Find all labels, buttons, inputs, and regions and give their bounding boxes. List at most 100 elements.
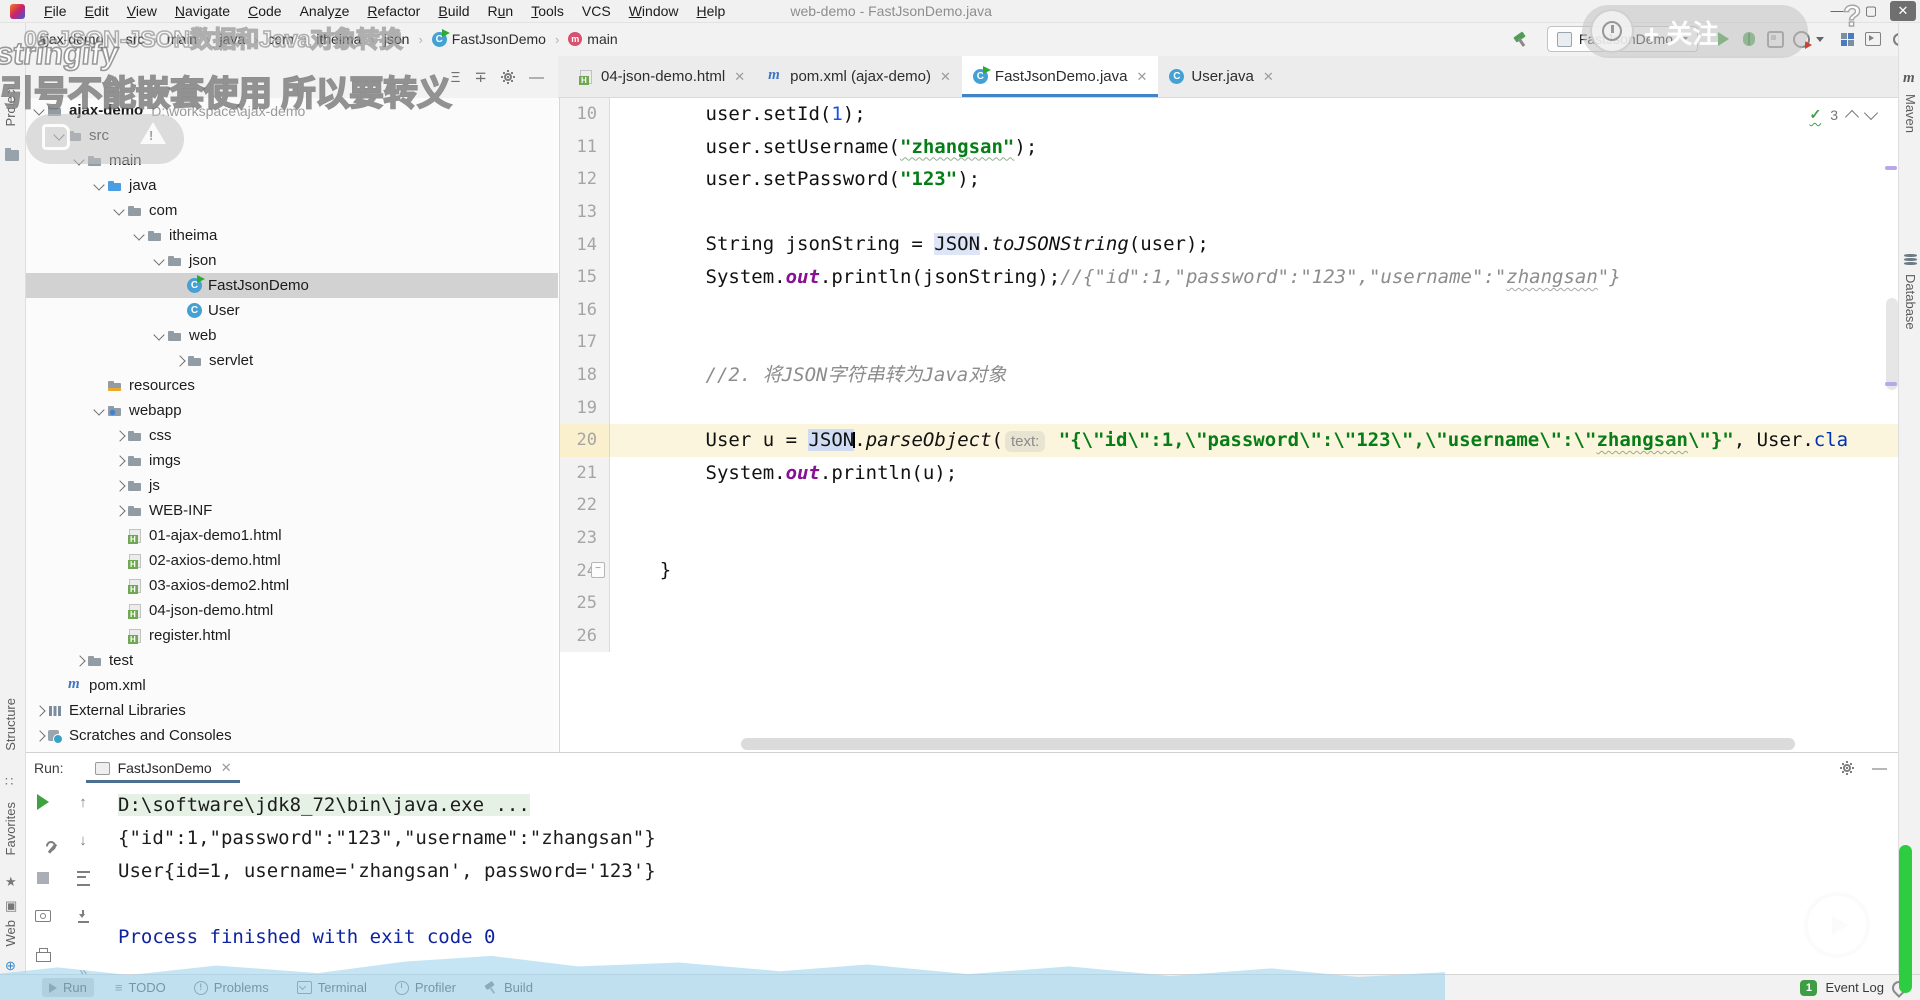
- run-anything-icon[interactable]: [1860, 26, 1886, 52]
- next-warning-icon[interactable]: [1863, 105, 1879, 120]
- settings-wrench-icon[interactable]: [34, 831, 52, 849]
- prev-warning-icon[interactable]: [1844, 109, 1860, 124]
- event-log-label[interactable]: Event Log: [1825, 980, 1884, 995]
- close-icon[interactable]: ✕: [221, 760, 232, 776]
- code-line-23[interactable]: 23: [560, 521, 1900, 555]
- event-log-widget[interactable]: 1 Event Log: [1800, 977, 1909, 998]
- status-item-build[interactable]: Build: [477, 978, 540, 997]
- close-icon[interactable]: ✕: [1890, 1, 1916, 21]
- chevron-down-icon[interactable]: [32, 103, 47, 118]
- project-folder-icon[interactable]: [5, 148, 19, 161]
- maximize-icon[interactable]: ▢: [1856, 1, 1886, 21]
- settings-gear-icon[interactable]: [1840, 761, 1854, 775]
- breadcrumb-item-main[interactable]: main: [165, 29, 199, 49]
- hide-icon[interactable]: —: [1872, 760, 1887, 777]
- grid-icon[interactable]: ∷: [5, 774, 13, 790]
- code-line-17[interactable]: 17: [560, 326, 1900, 359]
- editor-vertical-scrollbar[interactable]: [1886, 298, 1898, 390]
- tool-button-database[interactable]: Database: [1903, 274, 1918, 330]
- chevron-right-icon[interactable]: [112, 478, 127, 493]
- breadcrumb-item-json[interactable]: json: [382, 29, 412, 49]
- up-arrow-icon[interactable]: ↑: [74, 793, 92, 811]
- code-line-19[interactable]: 19: [560, 391, 1900, 424]
- status-item-todo[interactable]: ≡ TODO: [108, 978, 173, 997]
- close-icon[interactable]: ✕: [940, 69, 951, 85]
- code-line-10[interactable]: 10 user.setId(1);: [560, 98, 1900, 131]
- chevron-down-icon[interactable]: [132, 228, 147, 243]
- tree-item-main[interactable]: main: [26, 148, 558, 173]
- tree-item-json[interactable]: json: [26, 248, 558, 273]
- editor-horizontal-scrollbar[interactable]: [611, 738, 1900, 750]
- chevron-right-icon[interactable]: [32, 703, 47, 718]
- breadcrumb-item-fastjsondemo[interactable]: FastJsonDemo: [430, 28, 548, 49]
- tree-item-imgs[interactable]: imgs: [26, 448, 558, 473]
- breadcrumb-item-java[interactable]: java: [217, 29, 247, 49]
- menu-item-run[interactable]: Run: [479, 3, 523, 19]
- menu-item-window[interactable]: Window: [620, 3, 688, 19]
- console-tab[interactable]: FastJsonDemo ✕: [86, 753, 240, 783]
- close-icon[interactable]: ✕: [734, 69, 745, 85]
- tree-item-servlet[interactable]: servlet: [26, 348, 558, 373]
- tree-item-webapp[interactable]: webapp: [26, 398, 558, 423]
- camera-icon[interactable]: [34, 907, 52, 925]
- code-line-18[interactable]: 18 //2. 将JSON字符串转为Java对象: [560, 358, 1900, 392]
- close-icon[interactable]: ✕: [1136, 69, 1147, 85]
- status-item-problems[interactable]: Problems: [187, 978, 276, 997]
- star-icon[interactable]: ★: [5, 874, 17, 890]
- chevron-down-icon[interactable]: [112, 203, 127, 218]
- inspection-widget[interactable]: ✓ 3: [1809, 105, 1879, 124]
- tree-item-java[interactable]: java: [26, 173, 558, 198]
- down-arrow-icon[interactable]: ↓: [74, 831, 92, 849]
- tool-button-web[interactable]: Web: [3, 920, 18, 947]
- code-editor[interactable]: 10 user.setId(1); 11 user.setUsername("zh…: [559, 98, 1900, 752]
- pin-icon[interactable]: [1889, 977, 1909, 998]
- breadcrumb-item-src[interactable]: src: [124, 29, 147, 49]
- stop-icon[interactable]: [34, 869, 52, 887]
- collapse-all-icon[interactable]: Ξ: [451, 69, 461, 86]
- code-line-11[interactable]: 11 user.setUsername("zhangsan");: [560, 130, 1900, 164]
- close-icon[interactable]: ✕: [1263, 69, 1274, 85]
- soft-wrap-icon[interactable]: [74, 869, 92, 887]
- tree-item-web-inf[interactable]: WEB-INF: [26, 498, 558, 523]
- status-item-run[interactable]: Run: [42, 978, 94, 997]
- tree-item-02-axios-demo-html[interactable]: 02-axios-demo.html: [26, 548, 558, 573]
- tool-button-structure[interactable]: Structure: [3, 698, 18, 751]
- chevron-right-icon[interactable]: [112, 453, 127, 468]
- tree-item-js[interactable]: js: [26, 473, 558, 498]
- chevron-down-icon[interactable]: [52, 128, 67, 143]
- tree-item-com[interactable]: com: [26, 198, 558, 223]
- status-item-profiler[interactable]: Profiler: [388, 978, 463, 997]
- tree-item-resources[interactable]: resources: [26, 373, 558, 398]
- warning-stripe-mark[interactable]: [1885, 382, 1897, 386]
- tab-pom-xml-ajax-demo-[interactable]: pom.xml (ajax-demo) ✕: [756, 56, 962, 97]
- code-line-16[interactable]: 16: [560, 293, 1900, 327]
- menu-item-navigate[interactable]: Navigate: [166, 3, 239, 19]
- globe-icon[interactable]: ⊕: [5, 958, 16, 974]
- tree-item-user[interactable]: User: [26, 298, 558, 323]
- code-line-25[interactable]: 25: [560, 586, 1900, 620]
- chevron-down-icon[interactable]: [92, 178, 107, 193]
- code-line-22[interactable]: 22: [560, 489, 1900, 522]
- breadcrumb-item-main[interactable]: main: [566, 29, 619, 49]
- breadcrumb-item-ajax-demo[interactable]: ajax-demo: [36, 29, 105, 49]
- tree-item-01-ajax-demo1-html[interactable]: 01-ajax-demo1.html: [26, 523, 558, 548]
- menu-item-refactor[interactable]: Refactor: [358, 3, 429, 19]
- hide-icon[interactable]: —: [529, 69, 544, 86]
- coverage-icon[interactable]: [1762, 26, 1788, 52]
- expand-collapse-icon[interactable]: ∓: [474, 68, 487, 86]
- fold-marker-icon[interactable]: [591, 562, 605, 579]
- run-config-select[interactable]: FastJsonDemo: [1546, 26, 1698, 52]
- breadcrumb-item-itheima[interactable]: itheima: [314, 29, 363, 49]
- layout-icon[interactable]: [1834, 26, 1860, 52]
- tab-fastjsondemo-java[interactable]: FastJsonDemo.java ✕: [961, 56, 1159, 97]
- tree-item-src[interactable]: src: [26, 123, 558, 148]
- minimize-icon[interactable]: —: [1822, 1, 1852, 21]
- menu-item-vcs[interactable]: VCS: [573, 3, 620, 19]
- chevron-down-icon[interactable]: [72, 153, 87, 168]
- profiler-icon[interactable]: [1788, 26, 1814, 52]
- tree-item-web[interactable]: web: [26, 323, 558, 348]
- tool-button-favorites[interactable]: Favorites: [3, 802, 18, 855]
- code-line-12[interactable]: 12 user.setPassword("123");: [560, 163, 1900, 196]
- chevron-down-icon[interactable]: [152, 328, 167, 343]
- tree-item-scratches-and-consoles[interactable]: Scratches and Consoles: [26, 723, 558, 748]
